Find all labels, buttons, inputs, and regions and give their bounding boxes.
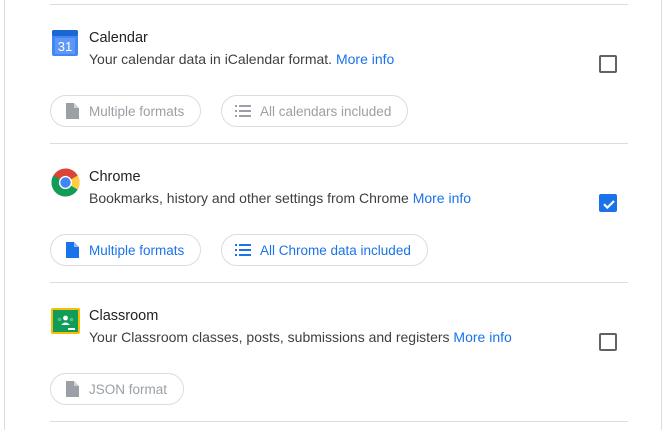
chrome-icon [51,168,80,197]
calendar-icon: 31 [51,29,80,58]
divider [50,421,628,422]
export-products-panel: 31 Calendar Your calendar data in iCalen… [4,0,662,430]
product-row-chrome: Chrome Bookmarks, history and other sett… [5,143,666,282]
more-info-link[interactable]: More info [413,190,471,206]
more-info-link[interactable]: More info [453,329,511,345]
classroom-icon [51,307,80,336]
product-title: Calendar [89,30,148,46]
include-calendar-checkbox[interactable] [599,55,617,73]
product-description-text: Your calendar data in iCalendar format. [89,51,333,67]
more-info-link[interactable]: More info [336,51,394,67]
product-description-text: Your Classroom classes, posts, submissio… [89,329,450,345]
format-chip-label: Multiple formats [89,242,185,258]
format-chip[interactable]: Multiple formats [50,95,202,127]
include-chrome-checkbox[interactable] [599,194,617,212]
format-chip-label: Multiple formats [89,103,185,119]
data-included-chip[interactable]: All Chrome data included [221,234,428,266]
product-title: Classroom [89,308,159,324]
list-icon [234,102,252,120]
format-chip[interactable]: Multiple formats [50,234,202,266]
data-included-chip-label: All Chrome data included [260,242,411,258]
product-title: Chrome [89,169,141,185]
format-chip-label: JSON format [89,381,168,397]
checkmark-icon [603,200,615,210]
file-icon [63,102,81,120]
include-classroom-checkbox[interactable] [599,333,617,351]
product-row-classroom: Classroom Your Classroom classes, posts,… [5,282,666,421]
calendar-icon-date: 31 [58,39,72,54]
file-icon [63,241,81,259]
data-included-chip[interactable]: All calendars included [221,95,409,127]
product-row-calendar: 31 Calendar Your calendar data in iCalen… [5,4,666,143]
product-description: Your Classroom classes, posts, submissio… [89,329,512,345]
product-description: Your calendar data in iCalendar format. … [89,51,394,67]
product-description-text: Bookmarks, history and other settings fr… [89,190,409,206]
product-description: Bookmarks, history and other settings fr… [89,190,471,206]
format-chip[interactable]: JSON format [50,373,185,405]
data-included-chip-label: All calendars included [260,103,392,119]
file-icon [63,380,81,398]
list-icon [234,241,252,259]
